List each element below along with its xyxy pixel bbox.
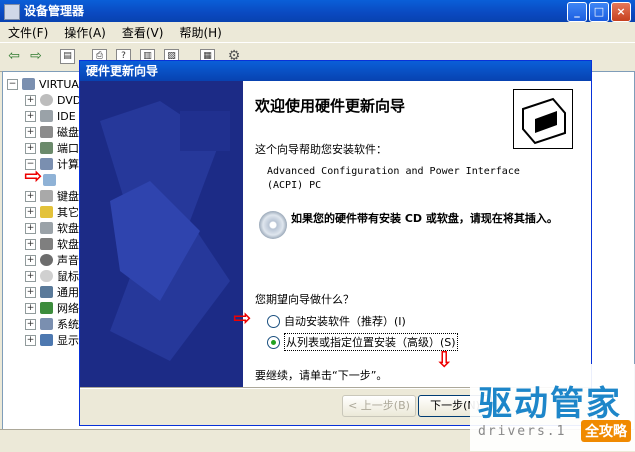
collapse-icon[interactable]: − xyxy=(7,78,18,90)
tree-item-keyboard[interactable]: + 键盘 xyxy=(25,188,79,204)
keyboard-icon xyxy=(40,190,53,202)
system-device-icon xyxy=(40,318,53,330)
properties-icon[interactable]: ▤ xyxy=(60,49,75,64)
expand-icon[interactable]: + xyxy=(25,110,36,122)
tree-item-usb[interactable]: + 通用 xyxy=(25,284,79,300)
red-arrow-down-icon: ⇩ xyxy=(435,348,454,373)
tree-item-dvd[interactable]: + DVD xyxy=(25,92,81,108)
minimize-button[interactable]: _ xyxy=(567,2,587,22)
option-install-from-list[interactable]: 从列表或指定位置安装（高级）(S) xyxy=(267,333,458,351)
wizard-heading: 欢迎使用硬件更新向导 xyxy=(255,97,406,115)
display-adapter-icon xyxy=(40,334,53,346)
device-manager-icon xyxy=(4,4,20,20)
expand-icon[interactable]: + xyxy=(25,238,36,250)
expand-icon[interactable]: + xyxy=(25,142,36,154)
menu-bar: 文件(F) 操作(A) 查看(V) 帮助(H) xyxy=(0,22,635,42)
acpi-pc-icon xyxy=(43,174,56,186)
tree-item-ide[interactable]: + IDE xyxy=(25,108,76,124)
menu-file[interactable]: 文件(F) xyxy=(0,24,56,41)
menu-view[interactable]: 查看(V) xyxy=(114,24,172,41)
floppy-drive-icon xyxy=(40,238,53,250)
dvd-drive-icon xyxy=(40,94,53,106)
ide-controller-icon xyxy=(40,110,53,122)
expand-icon[interactable]: + xyxy=(25,334,36,346)
tree-item-floppy-controller[interactable]: + 软盘 xyxy=(25,220,79,236)
expand-icon[interactable]: + xyxy=(25,190,36,202)
tree-item-mouse[interactable]: + 鼠标 xyxy=(25,268,79,284)
wizard-question: 您期望向导做什么？ xyxy=(255,293,354,306)
menu-action[interactable]: 操作(A) xyxy=(56,24,114,41)
expand-icon[interactable]: + xyxy=(25,302,36,314)
port-icon xyxy=(40,142,53,154)
cd-hint: 如果您的硬件带有安装 CD 或软盘，请现在将其插入。 xyxy=(291,212,558,225)
continue-hint: 要继续，请单击“下一步”。 xyxy=(255,369,388,382)
tree-item-disk[interactable]: + 磁盘 xyxy=(25,124,79,140)
radio-install-from-list[interactable] xyxy=(267,335,280,349)
tree-item-floppy-drive[interactable]: + 软盘 xyxy=(25,236,79,252)
expand-icon[interactable]: + xyxy=(25,270,36,282)
watermark: 驱动管家 drivers.1 全攻略 xyxy=(470,364,635,451)
back-arrow-icon[interactable]: ⇦ xyxy=(6,48,22,64)
wizard-side-banner xyxy=(80,81,243,387)
expand-icon[interactable]: + xyxy=(25,94,36,106)
mouse-icon xyxy=(40,270,53,282)
tree-item-port[interactable]: + 端口 xyxy=(25,140,79,156)
tree-item-network[interactable]: + 网络 xyxy=(25,300,79,316)
wizard-banner-graphic xyxy=(80,81,243,387)
tree-item-acpi-pc[interactable] xyxy=(43,172,60,188)
wizard-title-bar: 硬件更新向导 xyxy=(80,61,591,81)
expand-icon[interactable]: + xyxy=(25,254,36,266)
tree-item-computer[interactable]: − VIRTUAL xyxy=(7,76,85,92)
device-manager-title-bar: 设备管理器 _ □ × xyxy=(0,0,635,22)
menu-help[interactable]: 帮助(H) xyxy=(171,24,229,41)
tree-item-system[interactable]: + 系统 xyxy=(25,316,79,332)
device-name: Advanced Configuration and Power Interfa… xyxy=(267,166,520,191)
option-auto-install[interactable]: 自动安装软件（推荐）(I) xyxy=(267,313,406,329)
computer-icon xyxy=(22,78,35,90)
watermark-url: drivers.1 xyxy=(478,424,567,439)
watermark-brand: 驱动管家 xyxy=(478,384,622,424)
red-arrow-icon: ⇨ xyxy=(24,164,43,189)
forward-arrow-icon[interactable]: ⇨ xyxy=(28,48,44,64)
usb-icon xyxy=(40,286,53,298)
expand-icon[interactable]: + xyxy=(25,286,36,298)
maximize-button[interactable]: □ xyxy=(589,2,609,22)
wizard-content: 欢迎使用硬件更新向导 这个向导帮助您安装软件： Advanced Configu… xyxy=(243,81,591,387)
back-button[interactable]: < 上一步(B) xyxy=(342,395,416,417)
tree-item-sound[interactable]: + 声音 xyxy=(25,252,79,268)
expand-icon[interactable]: + xyxy=(25,126,36,138)
tree-item-display[interactable]: + 显示 xyxy=(25,332,79,348)
window-title: 设备管理器 xyxy=(24,4,85,18)
expand-icon[interactable]: + xyxy=(25,222,36,234)
unknown-device-icon xyxy=(40,206,53,218)
disk-drive-icon xyxy=(40,126,53,138)
hardware-icon xyxy=(513,89,573,149)
floppy-controller-icon xyxy=(40,222,53,234)
watermark-badge: 全攻略 xyxy=(581,420,631,442)
expand-icon[interactable]: + xyxy=(25,318,36,330)
tree-item-other[interactable]: + 其它 xyxy=(25,204,79,220)
wizard-description: 这个向导帮助您安装软件： xyxy=(255,143,387,156)
red-arrow-icon: ⇨ xyxy=(233,306,252,331)
wizard-title: 硬件更新向导 xyxy=(86,64,159,78)
radio-auto-install[interactable] xyxy=(267,314,280,328)
cd-icon xyxy=(259,211,287,239)
expand-icon[interactable]: + xyxy=(25,206,36,218)
sound-icon xyxy=(40,254,53,266)
close-button[interactable]: × xyxy=(611,2,631,22)
network-adapter-icon xyxy=(40,302,53,314)
